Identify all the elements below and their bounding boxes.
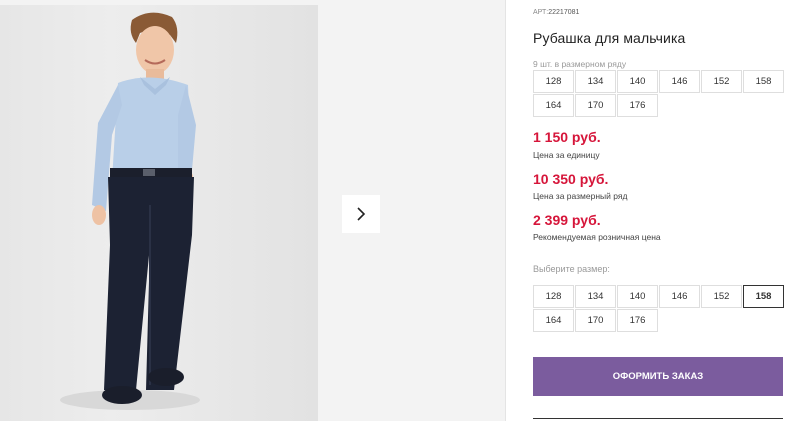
size-row-cell-158: 158 bbox=[743, 70, 784, 93]
article-label: АРТ: bbox=[533, 9, 549, 16]
unit-price-label: Цена за единицу bbox=[533, 150, 600, 160]
size-option-170[interactable]: 170 bbox=[575, 309, 616, 332]
unit-price: 1 150 руб. bbox=[533, 129, 601, 145]
size-row-cell-134: 134 bbox=[575, 70, 616, 93]
size-option-176[interactable]: 176 bbox=[617, 309, 658, 332]
product-photo[interactable] bbox=[0, 5, 318, 421]
size-row-cell-176: 176 bbox=[617, 94, 658, 117]
size-row-cell-164: 164 bbox=[533, 94, 574, 117]
size-option-152[interactable]: 152 bbox=[701, 285, 742, 308]
size-row-price: 10 350 руб. bbox=[533, 171, 609, 187]
size-row-cell-128: 128 bbox=[533, 70, 574, 93]
retail-price: 2 399 руб. bbox=[533, 212, 601, 228]
retail-price-label: Рекомендуемая розничная цена bbox=[533, 232, 661, 242]
size-row-cell-152: 152 bbox=[701, 70, 742, 93]
chevron-right-icon bbox=[357, 207, 366, 221]
size-option-134[interactable]: 134 bbox=[575, 285, 616, 308]
size-row-count: 9 шт. в размерном ряду bbox=[533, 59, 627, 69]
size-option-128[interactable]: 128 bbox=[533, 285, 574, 308]
size-row-cell-146: 146 bbox=[659, 70, 700, 93]
size-option-158[interactable]: 158 bbox=[743, 285, 784, 308]
size-option-146[interactable]: 146 bbox=[659, 285, 700, 308]
product-title: Рубашка для мальчика bbox=[533, 30, 686, 46]
gallery-next-button[interactable] bbox=[342, 195, 380, 233]
article-number: АРТ:22217081 bbox=[533, 9, 579, 16]
boy-in-shirt-image bbox=[60, 12, 200, 410]
choose-size-label: Выберите размер: bbox=[533, 264, 610, 274]
panel-divider bbox=[505, 0, 506, 421]
bottom-divider bbox=[533, 418, 783, 419]
size-row-cell-170: 170 bbox=[575, 94, 616, 117]
size-row-price-label: Цена за размерный ряд bbox=[533, 191, 628, 201]
size-row-cell-140: 140 bbox=[617, 70, 658, 93]
order-button[interactable]: ОФОРМИТЬ ЗАКАЗ bbox=[533, 357, 783, 396]
size-option-164[interactable]: 164 bbox=[533, 309, 574, 332]
article-value: 22217081 bbox=[548, 9, 580, 16]
size-option-140[interactable]: 140 bbox=[617, 285, 658, 308]
product-gallery bbox=[0, 0, 505, 421]
